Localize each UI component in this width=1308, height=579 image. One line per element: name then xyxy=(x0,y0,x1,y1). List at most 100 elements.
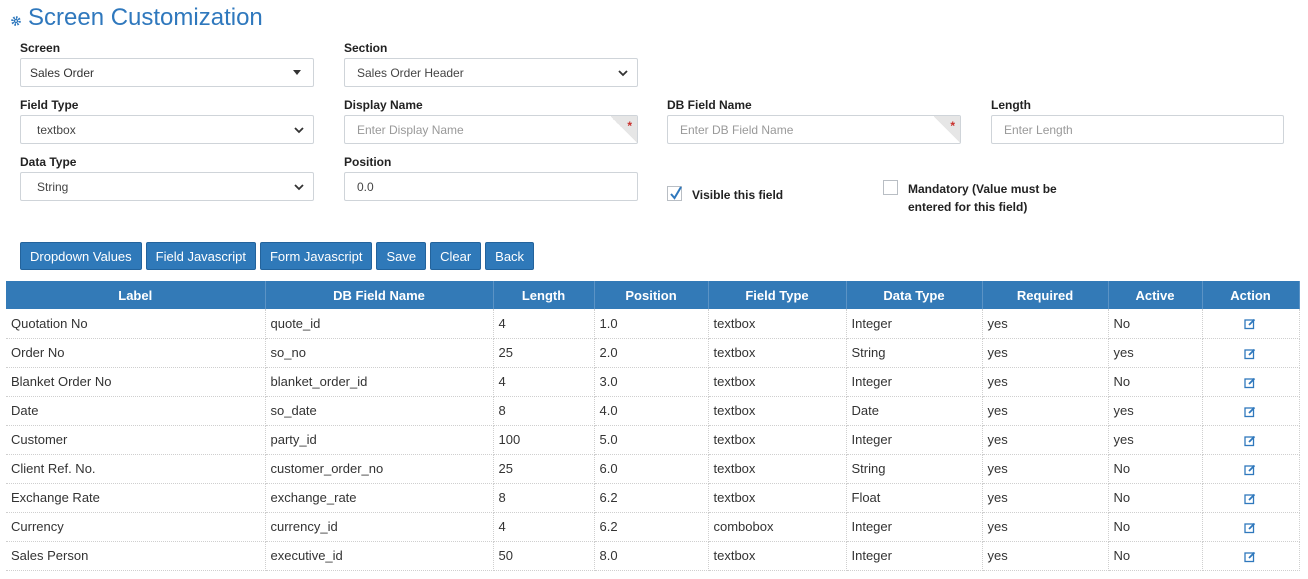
cell-db-field-name: customer_order_no xyxy=(265,454,494,484)
length-field: Length Enter Length xyxy=(991,98,1284,144)
data-type-value: String xyxy=(37,179,69,194)
field-javascript-button[interactable]: Field Javascript xyxy=(145,242,256,270)
cell-active: No xyxy=(1108,309,1203,339)
table-row[interactable]: Quotation No quote_id 4 1.0 textbox Integer ye… xyxy=(6,309,1300,339)
required-corner xyxy=(934,116,960,144)
length-label: Length xyxy=(991,98,1031,112)
display-name-placeholder: Enter Display Name xyxy=(357,122,464,137)
cell-required: yes xyxy=(982,396,1109,426)
table-row[interactable]: Currency currency_id 4 6.2 combobox Integer ye… xyxy=(6,512,1300,542)
cell-label: Order No xyxy=(6,338,266,368)
page-title: Screen Customization xyxy=(28,4,263,31)
column-header-field-type[interactable]: Field Type xyxy=(708,281,847,309)
cell-required: yes xyxy=(982,483,1109,513)
column-header-active[interactable]: Active xyxy=(1108,281,1203,309)
chevron-down-icon xyxy=(294,184,304,191)
dropdown-values-button[interactable]: Dropdown Values xyxy=(20,242,142,270)
data-type-label: Data Type xyxy=(20,155,77,169)
column-header-label[interactable]: Label xyxy=(6,281,266,309)
field-type-value: textbox xyxy=(37,122,76,137)
table-row[interactable]: Exchange Rate exchange_rate 8 6.2 textbox Flo… xyxy=(6,483,1300,513)
cell-action xyxy=(1202,541,1300,571)
back-button[interactable]: Back xyxy=(485,242,535,270)
cell-action xyxy=(1202,367,1300,397)
cell-db-field-name: currency_id xyxy=(265,512,494,542)
cell-data-type: Integer xyxy=(846,512,983,542)
length-placeholder: Enter Length xyxy=(1004,122,1073,137)
cell-required: yes xyxy=(982,309,1109,339)
cell-position: 4.0 xyxy=(594,396,709,426)
cell-label: Quotation No xyxy=(6,309,266,339)
table-row[interactable]: Customer party_id 100 5.0 textbox Integer yes y… xyxy=(6,425,1300,455)
caret-down-icon xyxy=(293,70,301,75)
edit-icon[interactable] xyxy=(1244,522,1256,534)
cell-db-field-name: so_date xyxy=(265,396,494,426)
column-header-required[interactable]: Required xyxy=(982,281,1109,309)
table-row[interactable]: Client Ref. No. customer_order_no 25 6.0 tex… xyxy=(6,454,1300,484)
column-header-db-field-name[interactable]: DB Field Name xyxy=(265,281,494,309)
check-icon xyxy=(670,186,682,200)
cell-field-type: textbox xyxy=(708,541,847,571)
column-header-position[interactable]: Position xyxy=(594,281,709,309)
table-row[interactable]: Blanket Order No blanket_order_id 4 3.0 text… xyxy=(6,367,1300,397)
mandatory-checkbox-group: Mandatory (Value must be entered for thi… xyxy=(883,180,1083,216)
table-row[interactable]: Date so_date 8 4.0 textbox Date yes yes xyxy=(6,396,1300,426)
edit-icon[interactable] xyxy=(1244,348,1256,360)
cell-required: yes xyxy=(982,541,1109,571)
page-title-bar: Screen Customization xyxy=(10,4,263,32)
cell-data-type: Integer xyxy=(846,541,983,571)
position-field: Position 0.0 xyxy=(344,155,638,201)
section-select[interactable]: Sales Order Header xyxy=(344,58,638,87)
cell-required: yes xyxy=(982,425,1109,455)
cell-label: Exchange Rate xyxy=(6,483,266,513)
gear-icon xyxy=(11,16,21,26)
cell-active: No xyxy=(1108,454,1203,484)
clear-button[interactable]: Clear xyxy=(430,242,482,270)
edit-icon[interactable] xyxy=(1244,377,1256,389)
edit-icon[interactable] xyxy=(1244,464,1256,476)
cell-required: yes xyxy=(982,512,1109,542)
cell-position: 1.0 xyxy=(594,309,709,339)
column-header-length[interactable]: Length xyxy=(493,281,595,309)
cell-position: 6.2 xyxy=(594,483,709,513)
cell-data-type: String xyxy=(846,338,983,368)
cell-required: yes xyxy=(982,338,1109,368)
display-name-input[interactable]: Enter Display Name * xyxy=(344,115,638,144)
cell-position: 2.0 xyxy=(594,338,709,368)
table-header-row: Label DB Field Name Length Position Fiel… xyxy=(6,281,1300,309)
screen-select[interactable]: Sales Order xyxy=(20,58,314,87)
cell-position: 8.0 xyxy=(594,541,709,571)
edit-icon[interactable] xyxy=(1244,493,1256,505)
visible-checkbox[interactable] xyxy=(667,186,682,201)
position-input[interactable]: 0.0 xyxy=(344,172,638,201)
cell-required: yes xyxy=(982,454,1109,484)
data-type-select[interactable]: String xyxy=(20,172,314,201)
cell-length: 50 xyxy=(493,541,595,571)
cell-required: yes xyxy=(982,367,1109,397)
mandatory-checkbox[interactable] xyxy=(883,180,898,195)
length-input[interactable]: Enter Length xyxy=(991,115,1284,144)
required-asterisk: * xyxy=(950,119,955,133)
cell-length: 25 xyxy=(493,454,595,484)
table-row[interactable]: Order No so_no 25 2.0 textbox String yes yes xyxy=(6,338,1300,368)
visible-checkbox-label: Visible this field xyxy=(692,188,784,202)
column-header-data-type[interactable]: Data Type xyxy=(846,281,983,309)
required-corner xyxy=(611,116,637,144)
cell-active: No xyxy=(1108,367,1203,397)
save-button[interactable]: Save xyxy=(376,242,427,270)
cell-position: 6.0 xyxy=(594,454,709,484)
db-field-name-input[interactable]: Enter DB Field Name * xyxy=(667,115,961,144)
chevron-down-icon xyxy=(618,70,628,77)
edit-icon[interactable] xyxy=(1244,318,1256,330)
cell-label: Blanket Order No xyxy=(6,367,266,397)
cell-length: 8 xyxy=(493,483,595,513)
field-type-select[interactable]: textbox xyxy=(20,115,314,144)
required-asterisk: * xyxy=(627,119,632,133)
cell-db-field-name: party_id xyxy=(265,425,494,455)
cell-db-field-name: quote_id xyxy=(265,309,494,339)
table-row[interactable]: Sales Person executive_id 50 8.0 textbox Inte… xyxy=(6,541,1300,571)
edit-icon[interactable] xyxy=(1244,551,1256,563)
edit-icon[interactable] xyxy=(1244,406,1256,418)
edit-icon[interactable] xyxy=(1244,435,1256,447)
form-javascript-button[interactable]: Form Javascript xyxy=(259,242,373,270)
